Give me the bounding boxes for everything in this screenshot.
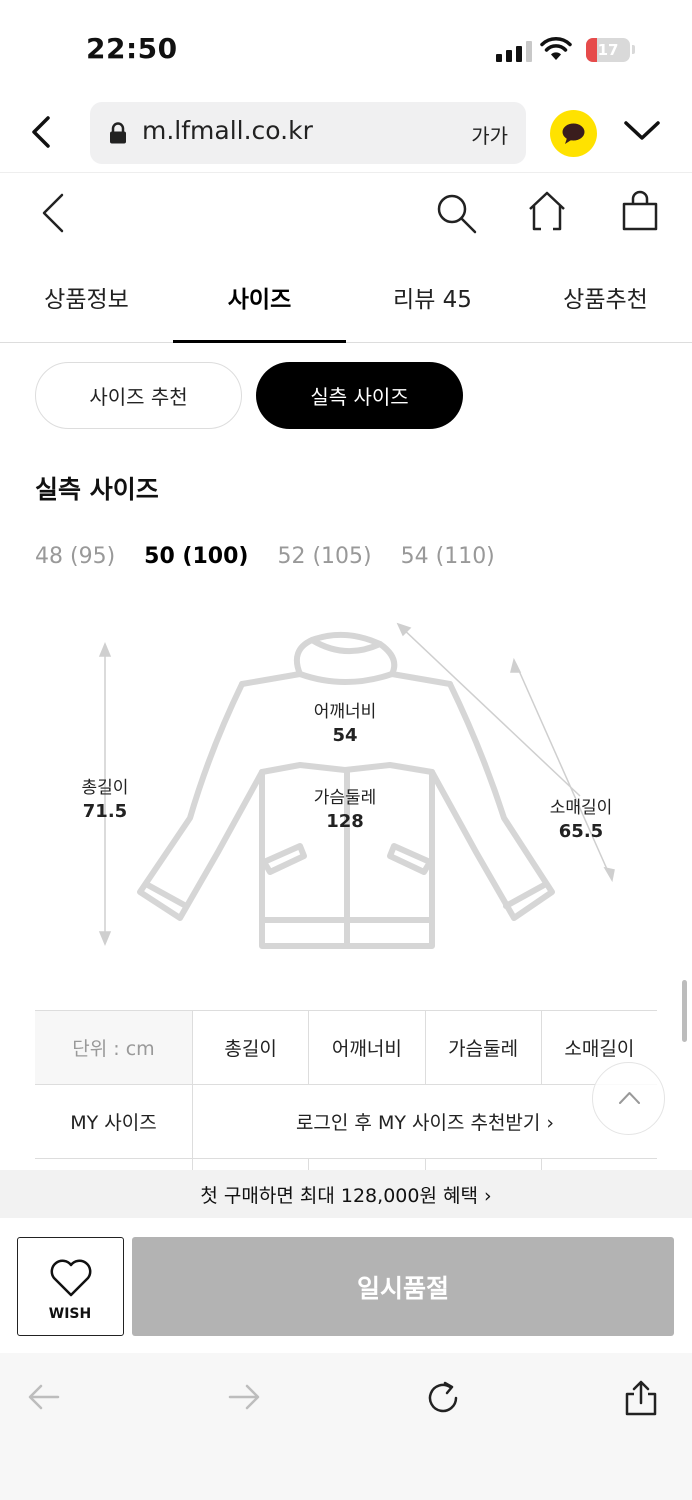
status-time: 22:50 <box>86 32 178 65</box>
product-tabs: 상품정보 사이즈 리뷰 45 상품추천 <box>0 252 692 343</box>
tab-reviews[interactable]: 리뷰 45 <box>346 252 519 342</box>
table-header-row: 단위 : cm 총길이 어깨너비 가슴둘레 소매길이 <box>35 1011 657 1085</box>
status-bar: 22:50 17 <box>0 0 692 100</box>
sleeve-label: 소매길이 65.5 <box>540 796 622 844</box>
sold-out-button[interactable]: 일시품절 <box>132 1237 674 1336</box>
back-icon[interactable] <box>36 191 70 235</box>
my-size-login-link[interactable]: 로그인 후 MY 사이즈 추천받기 › <box>192 1085 657 1158</box>
battery-level: 17 <box>597 41 619 59</box>
scroll-to-top-button[interactable] <box>592 1062 665 1135</box>
home-icon[interactable] <box>526 189 568 233</box>
url-text: m.lfmall.co.kr <box>142 116 313 145</box>
shoulder-name: 어깨너비 <box>313 702 377 722</box>
size-table: 단위 : cm 총길이 어깨너비 가슴둘레 소매길이 MY 사이즈 로그인 후 … <box>35 1010 657 1179</box>
column-header: 가슴둘레 <box>424 1011 541 1084</box>
scrollbar[interactable] <box>682 980 687 1042</box>
size-diagram: 총길이 71.5 어깨너비 54 가슴둘레 128 소매길이 65.5 <box>0 600 692 980</box>
battery-icon: 17 <box>586 38 630 62</box>
lock-icon <box>110 122 126 144</box>
search-icon[interactable] <box>434 191 478 235</box>
size-recommend-button[interactable]: 사이즈 추천 <box>35 362 242 429</box>
cellular-signal-icon <box>496 40 532 62</box>
chest-value: 128 <box>326 811 364 832</box>
browser-toolbar <box>0 1353 692 1500</box>
wish-button[interactable]: WISH <box>17 1237 124 1336</box>
size-option[interactable]: 52 (105) <box>277 544 371 569</box>
purchase-bar: WISH 일시품절 <box>0 1218 692 1353</box>
size-option-selected[interactable]: 50 (100) <box>144 544 248 569</box>
share-icon[interactable] <box>622 1379 660 1417</box>
kakaotalk-icon[interactable] <box>550 110 597 157</box>
app-header <box>0 172 692 252</box>
size-option[interactable]: 54 (110) <box>401 544 495 569</box>
shoulder-label: 어깨너비 54 <box>300 700 390 748</box>
tab-recommend[interactable]: 상품추천 <box>519 252 692 342</box>
column-header: 어깨너비 <box>308 1011 424 1084</box>
unit-cell: 단위 : cm <box>35 1011 192 1084</box>
chest-name: 가슴둘레 <box>313 788 377 808</box>
chevron-down-icon[interactable] <box>622 118 662 144</box>
browser-back-icon[interactable] <box>24 112 60 152</box>
sleeve-value: 65.5 <box>558 821 604 842</box>
first-purchase-benefit-banner[interactable]: 첫 구매하면 최대 128,000원 혜택 › <box>0 1170 692 1218</box>
browser-forward-arrow-icon[interactable] <box>226 1379 262 1415</box>
total-length-name: 총길이 <box>81 778 129 798</box>
tab-product-info[interactable]: 상품정보 <box>0 252 173 342</box>
url-field[interactable]: m.lfmall.co.kr 가가 <box>90 102 526 164</box>
chest-label: 가슴둘레 128 <box>300 786 390 834</box>
heart-icon <box>50 1259 92 1297</box>
sleeve-name: 소매길이 <box>549 798 613 818</box>
browser-back-arrow-icon[interactable] <box>26 1379 62 1415</box>
my-size-label: MY 사이즈 <box>70 1112 157 1134</box>
table-row: MY 사이즈 로그인 후 MY 사이즈 추천받기 › <box>35 1085 657 1159</box>
text-size-button[interactable]: 가가 <box>471 120 508 149</box>
wifi-icon <box>540 37 572 60</box>
size-option[interactable]: 48 (95) <box>35 544 115 569</box>
shopping-bag-icon[interactable] <box>620 189 660 233</box>
actual-size-button[interactable]: 실측 사이즈 <box>256 362 463 429</box>
total-length-label: 총길이 71.5 <box>70 776 140 824</box>
size-option-list: 48 (95) 50 (100) 52 (105) 54 (110) <box>35 544 495 569</box>
shoulder-value: 54 <box>332 725 358 746</box>
section-title: 실측 사이즈 <box>35 475 159 504</box>
total-length-value: 71.5 <box>82 801 128 822</box>
chevron-up-icon <box>619 1092 640 1104</box>
tab-size[interactable]: 사이즈 <box>173 252 346 343</box>
browser-address-bar: m.lfmall.co.kr 가가 <box>0 100 692 172</box>
wish-label: WISH <box>48 1306 92 1322</box>
reload-icon[interactable] <box>424 1379 462 1417</box>
column-header: 총길이 <box>192 1011 308 1084</box>
